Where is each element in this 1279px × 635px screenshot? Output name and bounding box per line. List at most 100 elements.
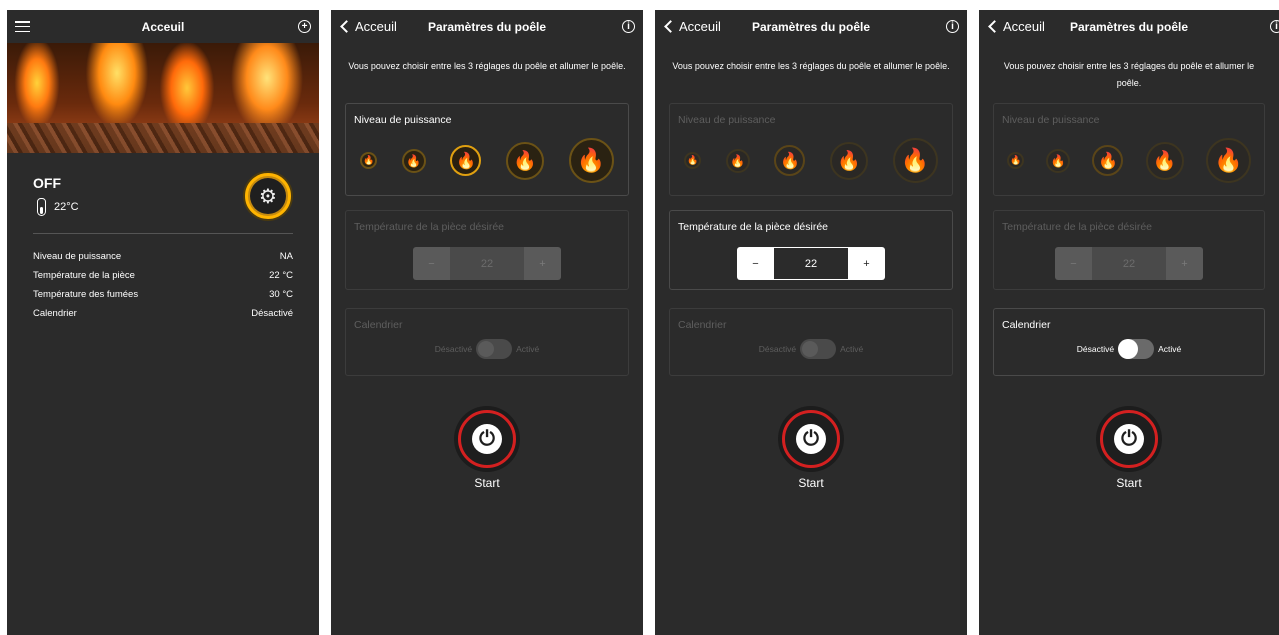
start-button[interactable]: ⏻ bbox=[458, 410, 516, 468]
calendar-toggle[interactable] bbox=[800, 339, 837, 359]
info-label: Niveau de puissance bbox=[33, 251, 122, 262]
power-icon: ⏻ bbox=[796, 424, 826, 454]
divider bbox=[33, 233, 293, 234]
current-temperature-value: 22°C bbox=[54, 201, 79, 213]
temperature-value: 22 bbox=[774, 247, 848, 280]
calendar-toggle-row: Désactivé Activé bbox=[994, 339, 1264, 359]
temperature-label: Température de la pièce désirée bbox=[1002, 221, 1153, 233]
temperature-value: 22 bbox=[450, 247, 524, 280]
back-label: Acceuil bbox=[679, 19, 721, 34]
toggle-off-label: Désactivé bbox=[1076, 344, 1115, 354]
settings-button[interactable]: ⚙ bbox=[245, 173, 291, 219]
start-control: ⏻ Start bbox=[782, 410, 840, 490]
chevron-left-icon bbox=[340, 20, 353, 33]
flame-icon[interactable]: 🔥 bbox=[1046, 148, 1071, 173]
chevron-left-icon bbox=[988, 20, 1001, 33]
home-header: Acceuil + bbox=[7, 10, 319, 43]
calendar-toggle[interactable] bbox=[1118, 339, 1155, 359]
settings-description: Vous pouvez choisir entre les 3 réglages… bbox=[1003, 61, 1255, 88]
info-value: NA bbox=[279, 251, 293, 262]
settings-header: Acceuil Paramètres du poêle i bbox=[331, 10, 643, 43]
flame-icon[interactable]: 🔥 bbox=[725, 148, 750, 173]
flame-icon[interactable]: 🔥 bbox=[506, 141, 545, 180]
flame-icon[interactable]: 🔥 bbox=[830, 141, 869, 180]
flame-icon[interactable]: 🔥 bbox=[568, 138, 614, 183]
flame-icon[interactable]: 🔥 bbox=[1205, 138, 1251, 183]
calendar-toggle[interactable] bbox=[476, 339, 513, 359]
add-button[interactable]: + bbox=[298, 10, 311, 43]
toggle-off-label: Désactivé bbox=[758, 344, 797, 354]
home-screen: Acceuil + OFF 22°C ⚙ Niveau de puissance… bbox=[7, 10, 319, 635]
temperature-card: Température de la pièce désirée − 22 + bbox=[345, 210, 629, 290]
power-level-card: Niveau de puissance 🔥 🔥 🔥 🔥 🔥 bbox=[345, 103, 629, 196]
temperature-value: 22 bbox=[1092, 247, 1166, 280]
temperature-stepper: − 22 + bbox=[737, 247, 885, 280]
flame-icon[interactable]: 🔥 bbox=[774, 145, 806, 176]
start-button[interactable]: ⏻ bbox=[782, 410, 840, 468]
settings-header: Acceuil Paramètres du poêle i bbox=[655, 10, 967, 43]
power-level-label: Niveau de puissance bbox=[354, 114, 452, 126]
info-icon: i bbox=[622, 20, 635, 33]
start-label: Start bbox=[1116, 476, 1142, 490]
calendar-card: Calendrier Désactivé Activé bbox=[669, 308, 953, 376]
power-icon: ⏻ bbox=[472, 424, 502, 454]
thermometer-icon bbox=[37, 198, 46, 216]
flame-icon[interactable]: 🔥 bbox=[1145, 141, 1184, 180]
info-row-power: Niveau de puissance NA bbox=[33, 247, 293, 266]
flame-icon[interactable]: 🔥 bbox=[450, 145, 482, 176]
info-row-calendar: Calendrier Désactivé bbox=[33, 304, 293, 323]
flame-icon[interactable]: 🔥 bbox=[684, 152, 702, 169]
start-control: ⏻ Start bbox=[1100, 410, 1158, 490]
decrease-button[interactable]: − bbox=[1055, 247, 1092, 280]
calendar-card: Calendrier Désactivé Activé bbox=[993, 308, 1265, 376]
info-label: Température des fumées bbox=[33, 289, 139, 300]
start-label: Start bbox=[474, 476, 500, 490]
power-level-label: Niveau de puissance bbox=[678, 114, 776, 126]
menu-button[interactable] bbox=[15, 10, 30, 43]
increase-button[interactable]: + bbox=[1166, 247, 1203, 280]
back-button[interactable]: Acceuil bbox=[987, 10, 1045, 43]
back-label: Acceuil bbox=[1003, 19, 1045, 34]
power-level-selector: 🔥 🔥 🔥 🔥 🔥 bbox=[346, 138, 628, 183]
info-value: Désactivé bbox=[251, 308, 293, 319]
start-button[interactable]: ⏻ bbox=[1100, 410, 1158, 468]
info-value: 22 °C bbox=[269, 270, 293, 281]
stove-status: OFF bbox=[33, 175, 61, 191]
increase-button[interactable]: + bbox=[848, 247, 885, 280]
power-level-label: Niveau de puissance bbox=[1002, 114, 1100, 126]
calendar-toggle-row: Désactivé Activé bbox=[346, 339, 628, 359]
settings-description: Vous pouvez choisir entre les 3 réglages… bbox=[348, 61, 626, 71]
info-list: Niveau de puissance NA Température de la… bbox=[33, 247, 293, 323]
settings-screen-power: Acceuil Paramètres du poêle i Vous pouve… bbox=[331, 10, 643, 635]
flame-icon[interactable]: 🔥 bbox=[401, 148, 426, 173]
back-button[interactable]: Acceuil bbox=[663, 10, 721, 43]
info-value: 30 °C bbox=[269, 289, 293, 300]
decrease-button[interactable]: − bbox=[413, 247, 450, 280]
info-button[interactable]: i bbox=[1270, 10, 1279, 43]
plus-circle-icon: + bbox=[298, 20, 311, 33]
fire-banner-image bbox=[7, 43, 319, 153]
power-level-selector: 🔥 🔥 🔥 🔥 🔥 bbox=[670, 138, 952, 183]
info-label: Température de la pièce bbox=[33, 270, 135, 281]
gear-icon: ⚙ bbox=[250, 178, 286, 214]
flame-icon[interactable]: 🔥 bbox=[1007, 152, 1025, 169]
info-button[interactable]: i bbox=[946, 10, 959, 43]
flame-icon[interactable]: 🔥 bbox=[892, 138, 938, 183]
flame-icon[interactable]: 🔥 bbox=[360, 152, 378, 169]
start-label: Start bbox=[798, 476, 824, 490]
decrease-button[interactable]: − bbox=[737, 247, 774, 280]
calendar-label: Calendrier bbox=[1002, 319, 1051, 331]
calendar-toggle-row: Désactivé Activé bbox=[670, 339, 952, 359]
toggle-on-label: Activé bbox=[840, 344, 864, 354]
info-button[interactable]: i bbox=[622, 10, 635, 43]
page-title: Acceuil bbox=[141, 19, 185, 34]
temperature-card: Température de la pièce désirée − 22 + bbox=[669, 210, 953, 290]
flame-icon[interactable]: 🔥 bbox=[1092, 145, 1124, 176]
back-button[interactable]: Acceuil bbox=[339, 10, 397, 43]
temperature-card: Température de la pièce désirée − 22 + bbox=[993, 210, 1265, 290]
increase-button[interactable]: + bbox=[524, 247, 561, 280]
page-title: Paramètres du poêle bbox=[1069, 19, 1189, 34]
info-row-smoke-temp: Température des fumées 30 °C bbox=[33, 285, 293, 304]
settings-description: Vous pouvez choisir entre les 3 réglages… bbox=[672, 61, 950, 71]
page-title: Paramètres du poêle bbox=[427, 19, 547, 34]
